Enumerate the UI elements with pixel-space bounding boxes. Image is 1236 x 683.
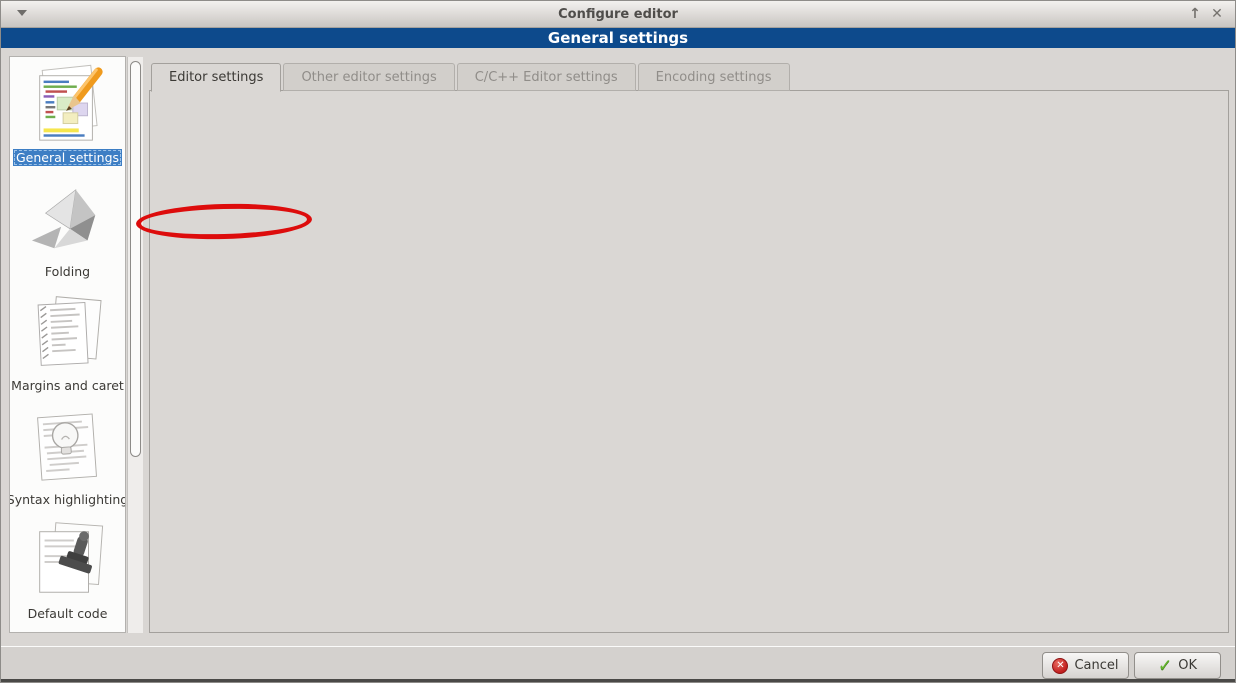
ok-check-icon: ✓	[1158, 656, 1172, 676]
window-bottom-edge	[1, 679, 1235, 683]
tab-editor-settings[interactable]: Editor settings	[151, 63, 281, 92]
document-margins-icon	[23, 291, 113, 375]
origami-fold-icon	[23, 177, 113, 261]
configure-editor-dialog: Configure editor ↑ ✕ General settings	[0, 0, 1236, 683]
page-title: General settings	[548, 29, 688, 47]
lightbulb-document-icon	[23, 405, 113, 489]
titlebar: Configure editor ↑ ✕	[1, 1, 1235, 28]
code-pages-pencil-icon	[23, 63, 113, 147]
sidebar-scrollbar-thumb[interactable]	[130, 61, 141, 457]
tab-encoding-settings[interactable]: Encoding settings	[638, 63, 790, 91]
maximize-button[interactable]: ↑	[1185, 4, 1205, 24]
ok-button[interactable]: ✓ OK	[1134, 652, 1221, 679]
stamp-document-icon	[23, 519, 113, 603]
sidebar-item-default-code[interactable]: Default code	[23, 519, 113, 622]
sidebar-item-label: Default code	[25, 605, 111, 622]
sidebar-item-syntax-highlighting[interactable]: Syntax highlighting	[9, 405, 126, 508]
window-title: Configure editor	[1, 7, 1235, 22]
cancel-icon: ✕	[1052, 658, 1068, 674]
sidebar-item-label: Syntax highlighting	[9, 491, 126, 508]
editor-settings-panel	[149, 90, 1229, 633]
sidebar-item-folding[interactable]: Folding	[23, 177, 113, 280]
dialog-button-bar: ✕ Cancel ✓ OK	[1, 646, 1235, 679]
sidebar-item-label: General settings	[13, 149, 122, 166]
sidebar-item-label: Folding	[42, 263, 93, 280]
sidebar-item-label: Margins and caret	[9, 377, 126, 394]
tab-other-editor-settings[interactable]: Other editor settings	[283, 63, 454, 91]
settings-category-list: General settings Folding	[9, 56, 126, 633]
cancel-button[interactable]: ✕ Cancel	[1042, 652, 1129, 679]
settings-tabbar: Editor settings Other editor settings C/…	[151, 63, 790, 91]
close-button[interactable]: ✕	[1207, 4, 1227, 24]
sidebar-item-margins-and-caret[interactable]: Margins and caret	[9, 291, 126, 394]
sidebar-item-general-settings[interactable]: General settings	[13, 63, 122, 166]
tab-cpp-editor-settings[interactable]: C/C++ Editor settings	[457, 63, 636, 91]
window-menu-icon[interactable]	[17, 10, 27, 16]
sidebar-scrollbar[interactable]	[127, 57, 143, 633]
dialog-header: General settings	[1, 28, 1235, 48]
